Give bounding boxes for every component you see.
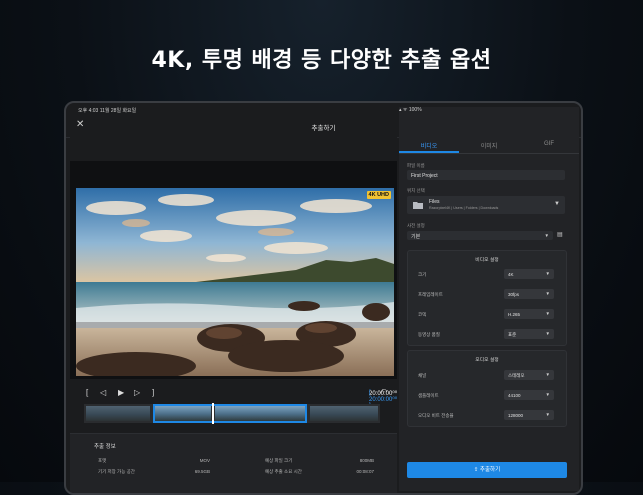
preset-label: 사전 설정 <box>407 223 425 228</box>
info-value: 800MB <box>359 458 374 463</box>
undo-icon[interactable]: ⤺ <box>380 388 387 396</box>
audio-settings-title: 오디오 설정 <box>475 358 499 363</box>
setting-label: 크기 <box>418 272 427 277</box>
status-bar: 오후 4:03 11월 28일 화요일 ▴ ᯤ 100% <box>66 103 581 461</box>
setting-value: 표준 <box>508 332 517 337</box>
video-setting-row: 코덱 H.265 ▼ <box>408 309 566 321</box>
setting-label: 샘플레이트 <box>418 393 439 398</box>
filename-input[interactable]: First Project <box>407 170 565 180</box>
info-label: 예상 추출 소요 시간 <box>265 469 302 474</box>
chevron-down-icon: ▼ <box>545 331 550 336</box>
setting-label: 오디오 비트 전송율 <box>418 413 454 418</box>
play-icon[interactable]: ▶ <box>118 388 124 397</box>
chevron-down-icon: ▼ <box>545 392 550 397</box>
playback-controls: [ ◁ ▶ ▷ ] 20:00:00⁰⁰ [ 20:00:00⁰⁰ ] ⤺ <box>70 387 397 409</box>
status-time: 오후 4:03 11월 28일 화요일 <box>78 108 137 114</box>
setting-dropdown[interactable]: 30fps ▼ <box>504 289 554 299</box>
setting-dropdown[interactable]: 128000 ▼ <box>504 410 554 420</box>
trim-end-icon[interactable]: ] <box>152 388 154 397</box>
previous-frame-icon[interactable]: ◁ <box>100 388 106 397</box>
active-tab-indicator <box>399 151 459 153</box>
tab-video[interactable]: 비디오 <box>399 141 459 150</box>
tab-gif[interactable]: GIF <box>519 141 579 147</box>
setting-value: H.265 <box>508 312 521 317</box>
trim-selection[interactable] <box>153 404 307 423</box>
trim-start-icon[interactable]: [ <box>86 388 88 397</box>
info-value: 00:08:07 <box>356 469 374 474</box>
chevron-down-icon: ▼ <box>544 233 549 238</box>
preset-select[interactable]: 기본 ▼ <box>407 231 553 240</box>
video-settings-panel: 비디오 설정 크기 4K ▼ 프레임레이트 30fps ▼ 코덱 H.265 ▼ 동영… <box>407 250 567 346</box>
chevron-down-icon: ▼ <box>554 201 560 207</box>
video-setting-row: 프레임레이트 30fps ▼ <box>408 289 566 301</box>
export-info-panel: 추출 정보 포맷 MOV 예상 파일 크기 800MB 기기 저장 가능 공간 … <box>70 433 397 493</box>
setting-value: 스테레오 <box>508 373 525 378</box>
video-settings-title: 비디오 설정 <box>475 258 499 263</box>
info-value: 69.5GB <box>194 469 210 474</box>
save-preset-icon[interactable]: ▤ <box>557 231 563 238</box>
settings-column: 비디오 이미지 GIF 파일 이름 First Project 위치 선택 Fi… <box>399 137 579 491</box>
setting-dropdown[interactable]: 스테레오 ▼ <box>504 370 554 380</box>
page-headline: 4K, 투명 배경 등 다양한 추출 옵션 <box>151 48 492 73</box>
setting-value: 128000 <box>508 413 524 418</box>
info-value: MOV <box>199 458 210 463</box>
audio-settings-panel: 오디오 설정 채널 스테레오 ▼ 샘플레이트 44100 ▼ 오디오 비트 전송율 … <box>407 350 567 427</box>
info-label: 포맷 <box>98 458 107 463</box>
location-label: 위치 선택 <box>407 188 425 193</box>
info-label: 기기 저장 가능 공간 <box>98 469 135 474</box>
setting-value: 30fps <box>508 292 520 297</box>
playhead[interactable] <box>212 403 214 424</box>
export-button[interactable]: ⇪ 추출하기 <box>407 462 567 478</box>
setting-label: 동영상 품질 <box>418 332 440 337</box>
dialog-title: 추출하기 <box>311 125 336 132</box>
location-name: Files <box>429 199 440 205</box>
video-preview: 4K UHD <box>70 161 397 379</box>
location-path: Razorpixel4K | Users | Folders | Downloa… <box>429 206 499 210</box>
timeline-strip[interactable] <box>84 403 380 424</box>
uhd-badge: 4K UHD <box>366 191 391 199</box>
audio-setting-row: 오디오 비트 전송율 128000 ▼ <box>408 410 566 422</box>
audio-setting-row: 샘플레이트 44100 ▼ <box>408 390 566 402</box>
preset-value: 기본 <box>411 234 421 240</box>
setting-label: 코덱 <box>418 312 427 317</box>
video-setting-row: 크기 4K ▼ <box>408 269 566 281</box>
setting-dropdown[interactable]: 표준 ▼ <box>504 329 554 339</box>
timeline-thumbnail <box>310 406 378 421</box>
preview-image <box>76 188 394 376</box>
setting-label: 프레임레이트 <box>418 292 443 297</box>
setting-dropdown[interactable]: H.265 ▼ <box>504 309 554 319</box>
chevron-down-icon: ▼ <box>545 372 550 377</box>
filename-label: 파일 이름 <box>407 163 425 168</box>
setting-value: 4K <box>508 272 514 277</box>
tab-image[interactable]: 이미지 <box>459 141 519 150</box>
location-picker[interactable]: Files Razorpixel4K | Users | Folders | D… <box>407 196 565 214</box>
preview-column: 4K UHD [ ◁ ▶ ▷ ] 20:00:00⁰⁰ [ 20:00:00⁰⁰… <box>70 137 397 493</box>
setting-dropdown[interactable]: 4K ▼ <box>504 269 554 279</box>
dialog-titlebar: ✕ 추출하기 <box>66 115 581 138</box>
setting-value: 44100 <box>508 393 521 398</box>
setting-dropdown[interactable]: 44100 ▼ <box>504 390 554 400</box>
video-setting-row: 동영상 품질 표준 ▼ <box>408 329 566 341</box>
setting-label: 채널 <box>418 373 427 378</box>
chevron-down-icon: ▼ <box>545 412 550 417</box>
next-frame-icon[interactable]: ▷ <box>134 388 140 397</box>
chevron-down-icon: ▼ <box>545 271 550 276</box>
chevron-down-icon: ▼ <box>545 311 550 316</box>
format-tabs: 비디오 이미지 GIF <box>399 137 579 154</box>
chevron-down-icon: ▼ <box>545 291 550 296</box>
folder-icon <box>413 202 423 209</box>
filename-value: First Project <box>411 172 438 179</box>
info-label: 예상 파일 크기 <box>265 458 293 463</box>
timeline-thumbnail <box>86 406 150 421</box>
audio-setting-row: 채널 스테레오 ▼ <box>408 370 566 382</box>
tablet-frame: 오후 4:03 11월 28일 화요일 ▴ ᯤ 100% ✕ 추출하기 4K U… <box>64 101 583 495</box>
export-info-heading: 추출 정보 <box>94 444 116 450</box>
